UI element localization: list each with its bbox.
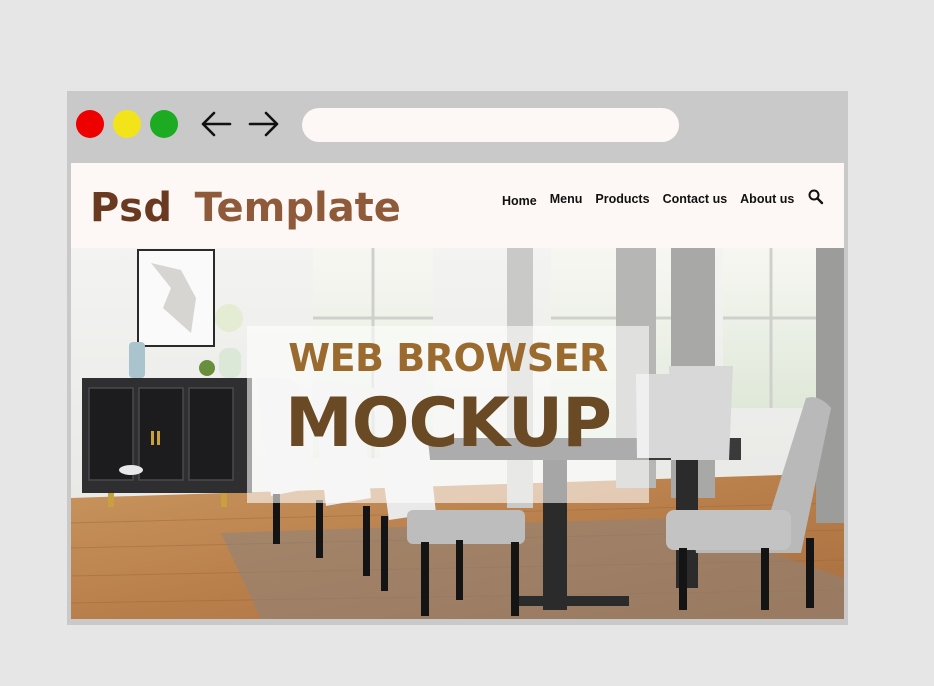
main-nav: Home Menu Products Contact us About us — [502, 188, 825, 208]
close-button[interactable] — [76, 110, 104, 138]
site-header: Psd Template Home Menu Products Contact u… — [71, 163, 844, 248]
nav-item-about-us[interactable]: About us — [740, 192, 794, 206]
search-icon[interactable] — [807, 188, 825, 206]
browser-titlebar — [67, 91, 848, 163]
nav-item-contact-us[interactable]: Contact us — [663, 192, 728, 206]
nav-item-products[interactable]: Products — [595, 192, 649, 206]
maximize-button[interactable] — [150, 110, 178, 138]
hero-headline-1: WEB BROWSER — [288, 336, 608, 380]
nav-item-home[interactable]: Home — [502, 194, 537, 208]
hero-text-panel: WEB BROWSER MOCKUP — [247, 326, 649, 503]
browser-window: Psd Template Home Menu Products Contact u… — [67, 91, 848, 625]
nav-item-menu[interactable]: Menu — [550, 192, 583, 206]
arrow-right-icon[interactable] — [247, 109, 281, 139]
hero-banner: WEB BROWSER MOCKUP — [71, 248, 844, 619]
site-logo[interactable]: Psd Template — [90, 185, 401, 231]
address-bar[interactable] — [302, 108, 679, 142]
arrow-left-icon[interactable] — [199, 109, 233, 139]
browser-viewport: Psd Template Home Menu Products Contact u… — [71, 163, 844, 619]
logo-word-1: Psd — [90, 185, 173, 231]
hero-headline-2: MOCKUP — [285, 384, 612, 463]
logo-word-2: Template — [194, 185, 401, 231]
minimize-button[interactable] — [113, 110, 141, 138]
